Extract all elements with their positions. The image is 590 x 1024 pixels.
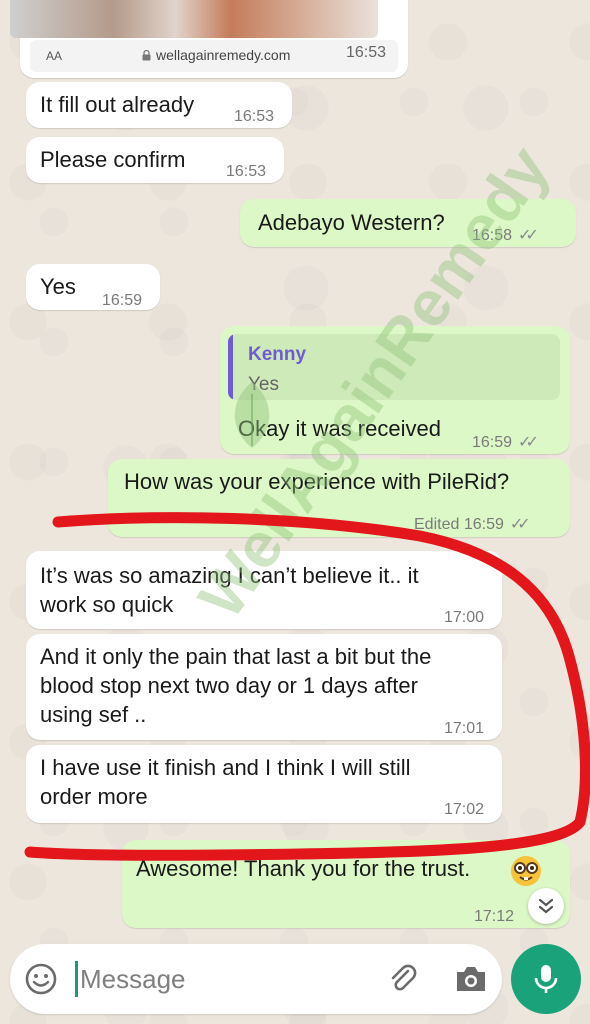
- message-time-value: 16:58: [472, 227, 513, 244]
- paperclip-icon[interactable]: [386, 962, 420, 996]
- incoming-message[interactable]: And it only the pain that last a bit but…: [26, 634, 502, 740]
- message-text: Awesome! Thank you for the trust.: [136, 856, 471, 881]
- message-time: 16:59 ✓✓: [472, 428, 539, 457]
- chevron-down-icon: [538, 898, 554, 914]
- message-time: 17:02: [444, 801, 485, 818]
- link-preview-image: [10, 0, 378, 38]
- voice-record-button[interactable]: [511, 944, 581, 1014]
- lock-icon: [142, 50, 151, 61]
- link-preview-url[interactable]: wellagainremedy.com: [156, 47, 290, 63]
- scroll-to-bottom-button[interactable]: [528, 888, 564, 924]
- message-time-value: 16:59: [463, 516, 504, 533]
- edited-label: Edited: [414, 516, 460, 533]
- outgoing-message[interactable]: How was your experience with PileRid? Ed…: [108, 459, 570, 537]
- message-time: Edited 16:59 ✓✓: [414, 510, 531, 539]
- message-text: Adebayo Western?: [258, 210, 445, 235]
- message-time: 16:53: [346, 44, 387, 61]
- message-line: And it only the pain that last a bit but…: [40, 644, 432, 669]
- camera-icon[interactable]: [454, 964, 488, 994]
- message-line: work so quick: [40, 592, 174, 617]
- incoming-message[interactable]: It’s was so amazing I can’t believe it..…: [26, 551, 502, 629]
- message-line: I have use it finish and I think I will …: [40, 755, 411, 780]
- message-text: Yes: [40, 274, 76, 299]
- outgoing-message[interactable]: Awesome! Thank you for the trust. 17:12: [122, 840, 570, 928]
- message-time: 17:00: [444, 609, 485, 626]
- double-check-icon: ✓✓: [518, 434, 539, 451]
- message-time: 16:58 ✓✓: [472, 221, 539, 250]
- emoji-icon[interactable]: [24, 962, 58, 996]
- message-time: 16:53: [234, 108, 275, 125]
- reply-quote-accent: [228, 334, 233, 400]
- message-text: How was your experience with PileRid?: [124, 469, 510, 494]
- message-input[interactable]: [80, 959, 370, 999]
- reply-quote-text: Yes: [248, 374, 279, 395]
- incoming-message[interactable]: I have use it finish and I think I will …: [26, 745, 502, 823]
- microphone-icon: [534, 965, 558, 993]
- double-check-icon: ✓✓: [509, 516, 531, 533]
- message-line: blood stop next two day or 1 days after: [40, 673, 418, 698]
- double-check-icon: ✓✓: [518, 227, 539, 244]
- message-time: 17:01: [444, 720, 485, 737]
- incoming-message[interactable]: Yes 16:59: [26, 264, 160, 310]
- reply-quote[interactable]: Kenny Yes: [228, 334, 560, 400]
- message-text: Okay it was received: [238, 416, 441, 441]
- message-time: 16:53: [226, 163, 267, 180]
- text-size-label: AA: [46, 49, 63, 63]
- message-line: It’s was so amazing I can’t believe it..…: [40, 563, 419, 588]
- message-line: order more: [40, 784, 148, 809]
- message-time: 17:12: [474, 908, 515, 925]
- incoming-message[interactable]: It fill out already 16:53: [26, 82, 292, 128]
- message-text: Please confirm: [40, 147, 186, 172]
- reply-quote-sender: Kenny: [248, 344, 307, 365]
- outgoing-message[interactable]: Adebayo Western? 16:58 ✓✓: [240, 199, 576, 247]
- incoming-message[interactable]: Please confirm 16:53: [26, 137, 284, 183]
- message-text: It fill out already: [40, 92, 195, 117]
- message-line: using sef ..: [40, 702, 147, 727]
- message-time-value: 16:59: [472, 434, 513, 451]
- message-time: 16:59: [102, 292, 143, 309]
- text-cursor: [75, 961, 78, 997]
- nerd-face-emoji-icon: [511, 856, 541, 886]
